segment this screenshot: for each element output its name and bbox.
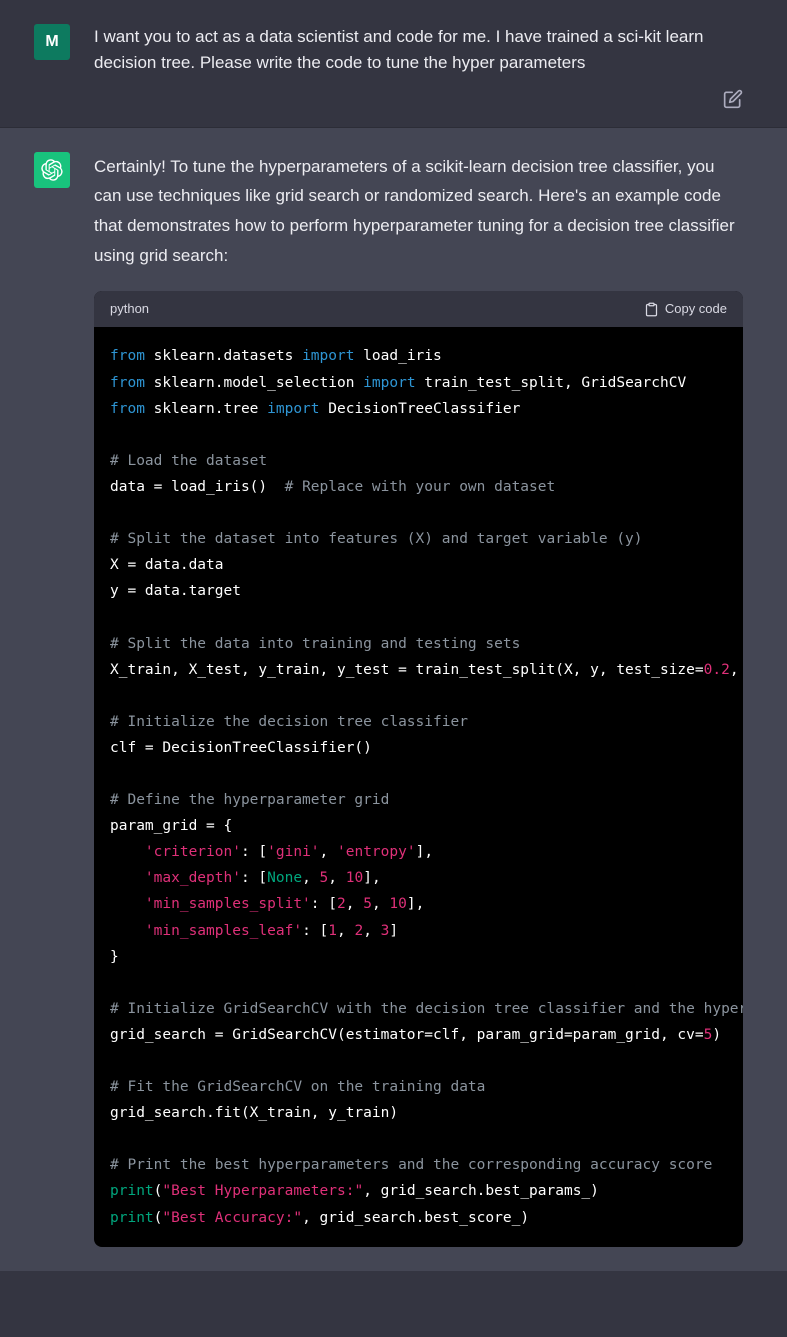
clipboard-icon [644, 302, 659, 317]
assistant-intro-text: Certainly! To tune the hyperparameters o… [94, 152, 743, 271]
copy-code-label: Copy code [665, 299, 727, 320]
assistant-message: Certainly! To tune the hyperparameters o… [0, 128, 787, 1271]
user-avatar: M [34, 24, 70, 60]
code-block: python Copy code from sklearn.datasets i… [94, 291, 743, 1247]
code-content: from sklearn.datasets import load_iris f… [110, 343, 727, 1230]
edit-icon[interactable] [723, 89, 743, 109]
user-avatar-letter: M [45, 29, 58, 55]
user-message: M I want you to act as a data scientist … [0, 0, 787, 128]
user-message-text: I want you to act as a data scientist an… [94, 24, 743, 77]
assistant-avatar [34, 152, 70, 188]
copy-code-button[interactable]: Copy code [644, 299, 727, 320]
code-body[interactable]: from sklearn.datasets import load_iris f… [94, 327, 743, 1246]
code-language-label: python [110, 299, 149, 320]
user-content: I want you to act as a data scientist an… [94, 24, 743, 77]
assistant-content: Certainly! To tune the hyperparameters o… [94, 152, 743, 1247]
code-header: python Copy code [94, 291, 743, 328]
